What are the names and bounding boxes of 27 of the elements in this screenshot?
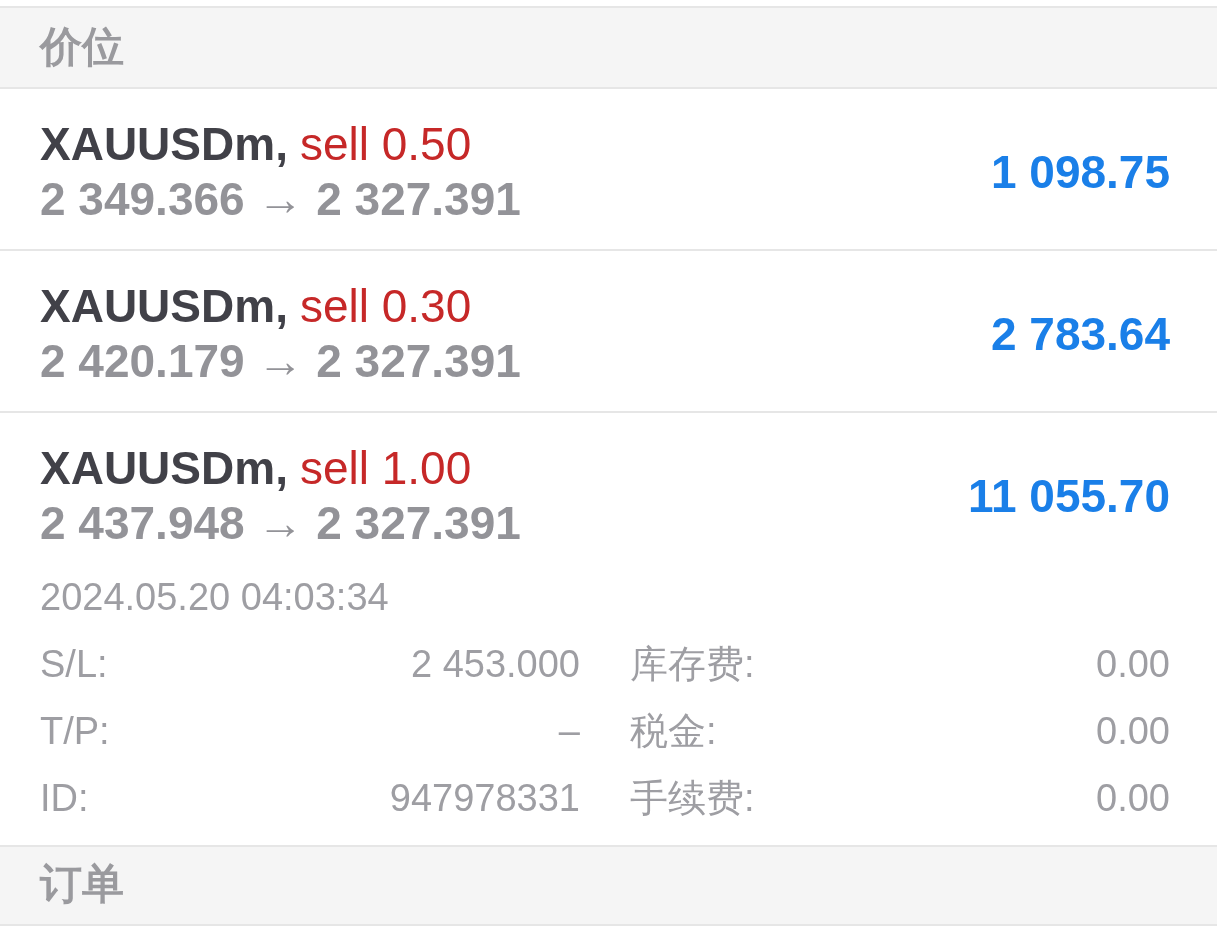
trade-label: sell 0.30 bbox=[299, 281, 472, 332]
field-label: ID: bbox=[40, 777, 89, 820]
field-value: 2 453.000 bbox=[410, 643, 580, 686]
price-range: 2 349.366 → 2 327.391 bbox=[40, 174, 521, 225]
profit-value: 11 055.70 bbox=[967, 470, 1170, 522]
trade-label: sell 1.00 bbox=[299, 443, 472, 494]
open-time: 2024.05.20 04:03:34 bbox=[40, 577, 389, 619]
section-title: 订单 bbox=[40, 861, 124, 908]
symbol-label: XAUUSDm, bbox=[40, 119, 288, 170]
symbol-label: XAUUSDm, bbox=[40, 281, 288, 332]
field-label: S/L: bbox=[40, 643, 108, 686]
field-value: 947978331 bbox=[389, 777, 580, 820]
price-range: 2 437.948 → 2 327.391 bbox=[40, 498, 521, 549]
trade-label: sell 0.50 bbox=[299, 119, 472, 170]
profit-value: 2 783.64 bbox=[990, 308, 1170, 360]
field-value: 0.00 bbox=[1096, 643, 1170, 686]
field-value: – bbox=[558, 710, 580, 753]
field-value: 0.00 bbox=[1096, 710, 1170, 753]
section-title: 价位 bbox=[40, 24, 124, 71]
field-label: 税金: bbox=[630, 710, 717, 753]
profit-value: 1 098.75 bbox=[990, 146, 1170, 198]
price-range: 2 420.179 → 2 327.391 bbox=[40, 336, 521, 387]
field-label: 手续费: bbox=[630, 777, 755, 820]
field-label: T/P: bbox=[40, 710, 110, 753]
symbol-label: XAUUSDm, bbox=[40, 443, 288, 494]
field-value: 0.00 bbox=[1096, 777, 1170, 820]
field-label: 库存费: bbox=[630, 643, 755, 686]
